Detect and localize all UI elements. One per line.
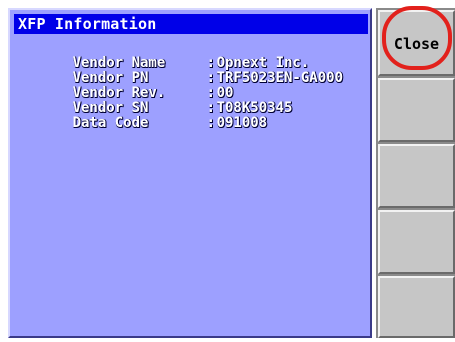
separator: :: [206, 115, 216, 131]
panel-title: XFP Information: [14, 14, 368, 34]
info-value: 091008: [216, 115, 268, 131]
close-button[interactable]: Close: [378, 10, 455, 76]
softkey-4-button[interactable]: [378, 210, 455, 274]
softkey-column: Close: [376, 8, 455, 338]
xfp-info-panel: XFP Information Vendor Name: Opnext Inc. …: [8, 8, 372, 338]
screen: XFP Information Vendor Name: Opnext Inc. …: [0, 0, 455, 342]
softkey-5-button[interactable]: [378, 276, 455, 338]
softkey-3-button[interactable]: [378, 144, 455, 208]
info-label: Data Code: [72, 115, 149, 131]
info-value: TRF5023EN-GA000: [216, 70, 344, 86]
info-row-data-code: Data Code:091008: [22, 101, 268, 146]
softkey-2-button[interactable]: [378, 78, 455, 142]
